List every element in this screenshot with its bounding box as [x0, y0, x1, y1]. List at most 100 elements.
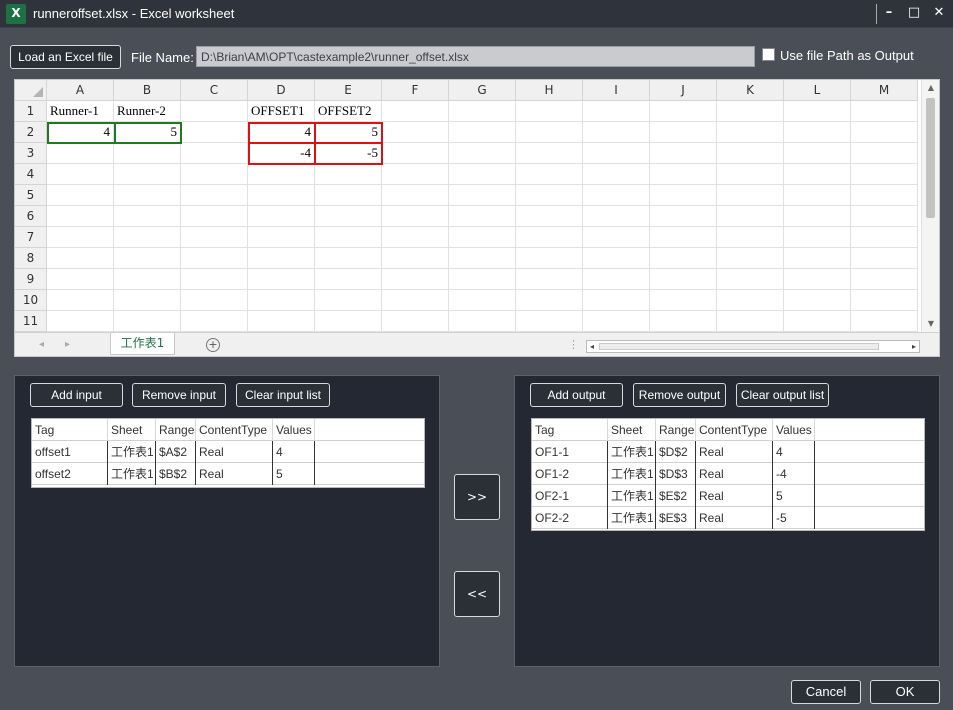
cell-f1[interactable] — [382, 101, 449, 122]
column-header-a[interactable]: A — [47, 80, 114, 101]
column-header-b[interactable]: B — [114, 80, 181, 101]
column-header-f[interactable]: F — [382, 80, 449, 101]
column-header-h[interactable]: H — [516, 80, 583, 101]
cell-j8[interactable] — [650, 248, 717, 269]
cell-f3[interactable] — [382, 143, 449, 164]
cell-j11[interactable] — [650, 311, 717, 332]
use-path-checkbox[interactable] — [762, 48, 775, 61]
move-left-button[interactable]: << — [454, 571, 500, 617]
cell-g2[interactable] — [449, 122, 516, 143]
column-header-contenttype[interactable]: ContentType — [196, 419, 273, 441]
cell-a3[interactable] — [47, 143, 114, 164]
cell-l4[interactable] — [784, 164, 851, 185]
cell-b9[interactable] — [114, 269, 181, 290]
cell-h8[interactable] — [516, 248, 583, 269]
column-header-sheet[interactable]: Sheet — [108, 419, 156, 441]
cell-i5[interactable] — [583, 185, 650, 206]
cell-a8[interactable] — [47, 248, 114, 269]
file-path-field[interactable]: D:\Brian\AM\OPT\castexample2\runner_offs… — [196, 46, 755, 67]
cell-g3[interactable] — [449, 143, 516, 164]
horizontal-scrollbar[interactable]: ◂ ▸ — [586, 340, 920, 353]
cell-k5[interactable] — [717, 185, 784, 206]
column-header-d[interactable]: D — [248, 80, 315, 101]
minimize-button[interactable]: – — [878, 3, 900, 23]
cell-e4[interactable] — [315, 164, 382, 185]
cell-b7[interactable] — [114, 227, 181, 248]
cell-i3[interactable] — [583, 143, 650, 164]
cell-f2[interactable] — [382, 122, 449, 143]
cell-a1[interactable]: Runner-1 — [47, 101, 114, 122]
cell-m1[interactable] — [851, 101, 918, 122]
clear-output-list-button[interactable]: Clear output list — [736, 383, 829, 407]
cell-j7[interactable] — [650, 227, 717, 248]
cell-k6[interactable] — [717, 206, 784, 227]
cell-b8[interactable] — [114, 248, 181, 269]
cell-e6[interactable] — [315, 206, 382, 227]
cell-f9[interactable] — [382, 269, 449, 290]
vertical-scroll-thumb[interactable] — [926, 98, 935, 218]
ok-button[interactable]: OK — [870, 680, 940, 704]
cell-f7[interactable] — [382, 227, 449, 248]
cell-a11[interactable] — [47, 311, 114, 332]
row-header-1[interactable]: 1 — [15, 101, 47, 122]
cell-c6[interactable] — [181, 206, 248, 227]
scroll-right-icon[interactable]: ▸ — [909, 341, 919, 352]
cell-b5[interactable] — [114, 185, 181, 206]
cell-l8[interactable] — [784, 248, 851, 269]
cell-a5[interactable] — [47, 185, 114, 206]
cell-g4[interactable] — [449, 164, 516, 185]
horizontal-scroll-thumb[interactable] — [599, 343, 879, 350]
cell-f6[interactable] — [382, 206, 449, 227]
cell-e9[interactable] — [315, 269, 382, 290]
cell-j5[interactable] — [650, 185, 717, 206]
cell-g8[interactable] — [449, 248, 516, 269]
cell-a10[interactable] — [47, 290, 114, 311]
cell-b3[interactable] — [114, 143, 181, 164]
spreadsheet-grid[interactable]: ABCDEFGHIJKLM 1 2 3 4 5 6 7 8 9 10 11 Runner-1 Runn… — [14, 79, 940, 357]
cell-c5[interactable] — [181, 185, 248, 206]
cell-l3[interactable] — [784, 143, 851, 164]
cell-j10[interactable] — [650, 290, 717, 311]
cell-b6[interactable] — [114, 206, 181, 227]
cell-l7[interactable] — [784, 227, 851, 248]
column-header-e[interactable]: E — [315, 80, 382, 101]
cell-g7[interactable] — [449, 227, 516, 248]
cell-m3[interactable] — [851, 143, 918, 164]
cell-e7[interactable] — [315, 227, 382, 248]
cell-j2[interactable] — [650, 122, 717, 143]
cell-b11[interactable] — [114, 311, 181, 332]
column-header-k[interactable]: K — [717, 80, 784, 101]
column-header-g[interactable]: G — [449, 80, 516, 101]
cell-k11[interactable] — [717, 311, 784, 332]
cell-m5[interactable] — [851, 185, 918, 206]
cell-j3[interactable] — [650, 143, 717, 164]
cell-k4[interactable] — [717, 164, 784, 185]
add-sheet-icon[interactable]: + — [206, 338, 220, 352]
cell-c4[interactable] — [181, 164, 248, 185]
cell-m11[interactable] — [851, 311, 918, 332]
remove-output-button[interactable]: Remove output — [633, 383, 726, 407]
cell-m9[interactable] — [851, 269, 918, 290]
column-header-l[interactable]: L — [784, 80, 851, 101]
list-item[interactable]: OF2-2 工作表1 $E$3 Real -5 — [532, 507, 924, 529]
cell-k9[interactable] — [717, 269, 784, 290]
move-right-button[interactable]: >> — [454, 474, 500, 520]
cell-i7[interactable] — [583, 227, 650, 248]
cell-h7[interactable] — [516, 227, 583, 248]
column-header-j[interactable]: J — [650, 80, 717, 101]
column-header-values[interactable]: Values — [773, 419, 815, 441]
cell-k3[interactable] — [717, 143, 784, 164]
cell-g11[interactable] — [449, 311, 516, 332]
cell-e11[interactable] — [315, 311, 382, 332]
cell-h3[interactable] — [516, 143, 583, 164]
list-item[interactable]: offset2 工作表1 $B$2 Real 5 — [32, 463, 424, 485]
cell-h10[interactable] — [516, 290, 583, 311]
cell-i9[interactable] — [583, 269, 650, 290]
cell-f10[interactable] — [382, 290, 449, 311]
cell-grid[interactable]: Runner-1 Runner-2 OFFSET1 OFFSET2 4 5 4 5 -4 -5 — [47, 101, 920, 332]
cell-i10[interactable] — [583, 290, 650, 311]
cell-c1[interactable] — [181, 101, 248, 122]
next-sheet-icon[interactable]: ▸ — [65, 339, 70, 350]
list-item[interactable]: offset1 工作表1 $A$2 Real 4 — [32, 441, 424, 463]
cell-a4[interactable] — [47, 164, 114, 185]
